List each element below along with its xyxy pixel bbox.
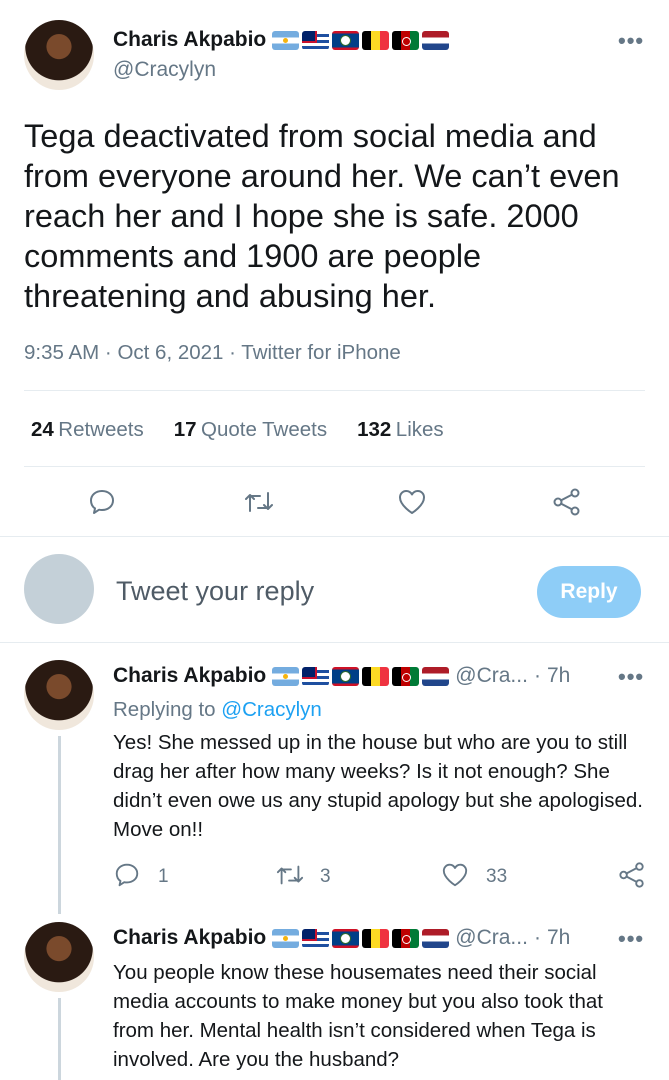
divider [0, 642, 669, 643]
reply-button[interactable]: Reply [537, 566, 641, 618]
comment-icon[interactable] [113, 861, 141, 889]
likes-stat[interactable]: 132 Likes [357, 418, 444, 442]
more-options-icon[interactable]: ••• [618, 664, 644, 690]
like-count: 33 [486, 866, 508, 887]
retweets-stat[interactable]: 24 Retweets [31, 418, 144, 442]
separator: · [533, 664, 541, 687]
tweet-time[interactable]: 9:35 AM [24, 341, 99, 364]
flag-netherlands-icon [422, 666, 450, 686]
author-name[interactable]: Charis Akpabio [113, 28, 266, 52]
author-avatar[interactable] [24, 20, 94, 90]
reply-age[interactable]: 7h [547, 664, 570, 688]
replying-to: Replying to @Cracylyn [113, 698, 322, 722]
flag-emojis [272, 30, 450, 50]
share-icon[interactable] [551, 487, 583, 517]
heart-icon[interactable] [440, 861, 470, 889]
reply-author-name[interactable]: Charis Akpabio [113, 664, 266, 688]
reply-author-handle[interactable]: @Cra... [455, 926, 528, 950]
author-handle[interactable]: @Cracylyn [113, 58, 216, 82]
flag-biot-icon [302, 666, 330, 686]
tweet-text: Tega deactivated from social media and f… [24, 118, 620, 314]
reply-input[interactable]: Tweet your reply [116, 576, 314, 607]
flag-afghanistan-icon [392, 30, 420, 50]
flag-belize-icon [332, 30, 360, 50]
heart-icon[interactable] [396, 487, 428, 517]
tweet-stats: 24 Retweets 17 Quote Tweets 132 Likes [31, 418, 444, 442]
reply-avatar[interactable] [24, 660, 94, 730]
reply-count: 1 [158, 866, 169, 887]
flag-netherlands-icon [422, 928, 450, 948]
tweet-source[interactable]: Twitter for iPhone [241, 341, 401, 364]
flag-netherlands-icon [422, 30, 450, 50]
replying-to-handle[interactable]: @Cracylyn [221, 698, 322, 721]
flag-biot-icon [302, 928, 330, 948]
separator: · [104, 341, 112, 364]
divider [24, 390, 645, 391]
quote-tweets-stat[interactable]: 17 Quote Tweets [174, 418, 327, 442]
flag-afghanistan-icon [392, 928, 420, 948]
separator: · [229, 341, 236, 364]
divider [0, 536, 669, 537]
reply-text: You people know these housemates need th… [113, 961, 603, 1071]
divider [24, 466, 645, 467]
reply-author-handle[interactable]: @Cra... [455, 664, 528, 688]
retweet-count: 3 [320, 866, 331, 887]
more-options-icon[interactable]: ••• [618, 28, 644, 54]
share-icon[interactable] [617, 861, 647, 889]
flag-argentina-icon [272, 666, 300, 686]
flag-emojis [272, 666, 450, 686]
tweet-meta: 9:35 AM · Oct 6, 2021 · Twitter for iPho… [24, 341, 401, 365]
retweet-icon[interactable] [275, 861, 305, 889]
flag-belize-icon [332, 928, 360, 948]
flag-belgium-icon [362, 928, 390, 948]
more-options-icon[interactable]: ••• [618, 926, 644, 952]
flag-argentina-icon [272, 30, 300, 50]
flag-emojis [272, 928, 450, 948]
retweet-icon[interactable] [243, 487, 275, 517]
flag-belgium-icon [362, 30, 390, 50]
tweet-date[interactable]: Oct 6, 2021 [117, 341, 223, 364]
flag-biot-icon [302, 30, 330, 50]
thread-line [58, 998, 61, 1080]
my-avatar[interactable] [24, 554, 94, 624]
reply-author-name[interactable]: Charis Akpabio [113, 926, 266, 950]
separator: · [533, 926, 541, 949]
flag-belgium-icon [362, 666, 390, 686]
flag-afghanistan-icon [392, 666, 420, 686]
thread-line [58, 736, 61, 914]
reply-avatar[interactable] [24, 922, 94, 992]
reply-age[interactable]: 7h [547, 926, 570, 950]
flag-belize-icon [332, 666, 360, 686]
reply-text: Yes! She messed up in the house but who … [113, 731, 643, 841]
flag-argentina-icon [272, 928, 300, 948]
comment-icon[interactable] [87, 487, 117, 517]
replying-to-label: Replying to [113, 698, 216, 721]
